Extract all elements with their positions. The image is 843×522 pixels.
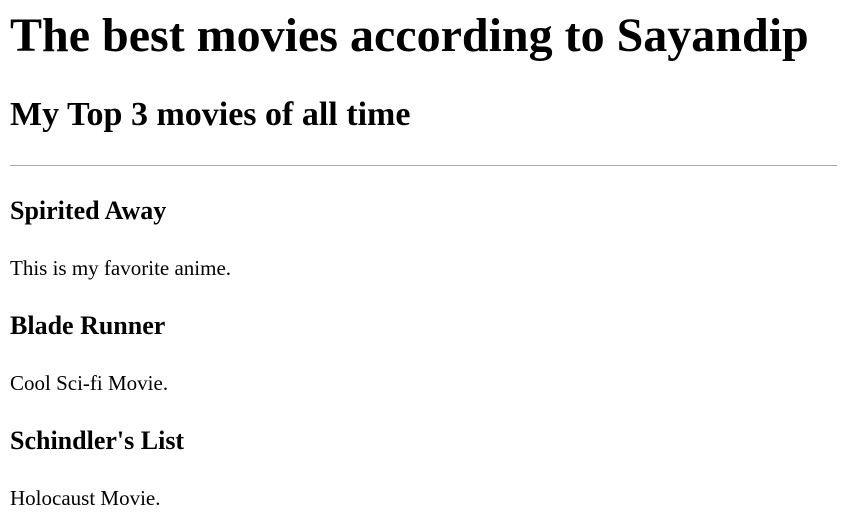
divider — [10, 165, 837, 166]
movie-title: Blade Runner — [10, 311, 166, 340]
movie-description: This is my favorite anime. — [10, 256, 232, 280]
page-subtitle: My Top 3 movies of all time — [10, 96, 411, 133]
movie-description: Cool Sci-fi Movie. — [10, 371, 169, 395]
movie-title: Schindler's List — [10, 426, 185, 455]
page: The best movies according to Sayandip My… — [0, 0, 843, 522]
page-title: The best movies according to Sayandip — [10, 9, 809, 62]
movie-description: Holocaust Movie. — [10, 486, 161, 510]
movie-title: Spirited Away — [10, 196, 167, 225]
